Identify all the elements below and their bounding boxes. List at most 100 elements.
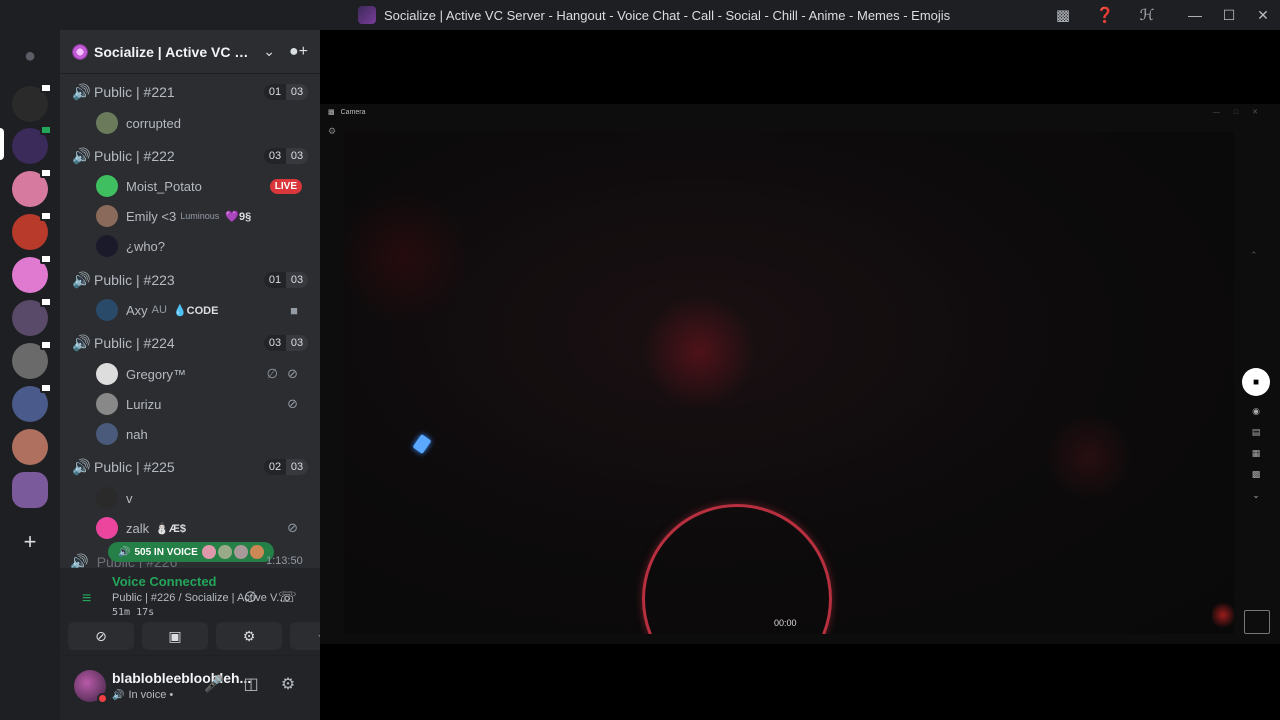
channel-name: Public | #224 [94,335,175,351]
user-count-current: 01 [264,272,286,288]
voice-channel[interactable]: 🔊 Public | #225 02 03 [68,453,312,481]
chevron-down-icon[interactable]: ⌄ [1242,490,1270,501]
gallery-thumbnail[interactable] [1244,610,1270,634]
settings-gear-icon[interactable]: ⚙ [276,674,300,694]
voice-member[interactable]: Emily <3 Luminous 💜9§ [96,202,312,230]
deafened-icon: ⊘ [287,366,298,381]
signal-icon[interactable]: ≡ [82,590,91,608]
invite-people-icon[interactable]: ●+ [289,43,308,61]
barcode-icon[interactable]: ▦ [1242,448,1270,459]
user-count-limit: 03 [286,84,308,100]
user-count: 02 03 [264,459,308,475]
feed-highlight [1044,412,1134,502]
microphone-icon[interactable]: 🎤 [202,674,226,694]
noise-suppression-icon[interactable]: ∅ [244,588,257,606]
add-server-icon[interactable]: + [18,529,42,554]
voice-channel[interactable]: 🔊 Public | #223 01 03 [68,266,312,294]
user-count-current: 01 [264,84,286,100]
chevron-down-icon[interactable]: ⌄ [263,43,275,60]
voice-member[interactable]: zalk ⛄Æ$ ⊘ [96,514,312,542]
document-icon[interactable]: ▤ [1242,427,1270,438]
server-icon[interactable] [12,168,52,207]
voice-indicator-icon: 🔊 [112,689,125,701]
disconnect-icon[interactable]: ☏ [278,588,297,606]
avatar [96,235,118,257]
voice-member[interactable]: nah [96,420,312,448]
server-icon[interactable] [12,254,52,293]
photo-icon[interactable]: ◉ [1242,406,1270,417]
server-icon-socialize[interactable] [12,125,52,164]
voice-channel[interactable]: 🔊 Public | #222 03 03 [68,142,312,170]
voice-channel-link[interactable]: Public | #226 / Socialize | Active V... [112,592,290,604]
camera-window-controls[interactable]: —□✕ [1213,108,1272,116]
inbox-icon[interactable]: ▩ [1052,4,1074,26]
title-bar: Socialize | Active VC Server - Hangout -… [0,0,1280,30]
server-folder-icon[interactable] [12,472,48,508]
guild-icon [72,43,88,60]
member-name: Axy [126,302,148,318]
help-icon[interactable]: ❓ [1094,4,1116,26]
scan-icon[interactable]: ▩ [1242,469,1270,480]
voice-member[interactable]: Moist_Potato LIVE [96,172,312,200]
member-name: v [126,490,133,506]
maximize-button[interactable]: ☐ [1212,0,1246,30]
member-name: Gregory™ [126,366,186,382]
feed-highlight [644,292,754,412]
voice-member[interactable]: v [96,484,312,512]
avatar [96,205,118,227]
mic-muted-icon: ∅ [266,366,278,381]
server-icon[interactable] [12,211,52,250]
home-button[interactable]: ● [12,38,48,74]
server-rail: ● + [0,30,60,720]
video-camera-icon: ■ [290,302,298,318]
member-name: ¿who? [126,238,166,254]
sleep-icon[interactable]: ℋ [1136,4,1158,26]
notification-badge [40,340,52,350]
server-icon[interactable] [12,340,52,379]
voice-channel[interactable]: 🔊 Public | #221 01 03 [68,78,312,106]
in-voice-pill[interactable]: 🔊 505 IN VOICE [108,542,274,562]
speaker-icon: 🔊 [72,148,91,165]
activities-button[interactable]: ⚙ [216,622,282,650]
server-icon[interactable] [12,83,52,122]
server-icon[interactable] [12,429,48,465]
notification-badge [40,297,52,307]
user-count-limit: 03 [286,148,308,164]
voice-member[interactable]: Axy AU 💧CODE ■ [96,296,312,324]
user-count: 01 03 [264,272,308,288]
headphones-icon[interactable]: ◫ [239,674,263,694]
server-icon[interactable] [12,383,52,422]
camera-app-icon: ▩ [328,109,335,116]
guild-header[interactable]: Socialize | Active VC S... ⌄ ●+ [60,30,320,74]
voice-member[interactable]: corrupted [96,109,312,137]
voice-member[interactable]: Lurizu ⊘ [96,390,312,418]
chevron-up-icon[interactable]: ⌃ [1250,250,1258,261]
user-avatar[interactable] [74,670,108,704]
feed-blue-light [412,434,432,454]
titlebar-actions: ▩ ❓ ℋ — ☐ ✕ [1052,0,1280,30]
record-video-icon[interactable]: ■ [1242,368,1270,396]
username[interactable]: blablobleebloobleh... [112,670,252,686]
avatar [96,363,118,385]
voice-member[interactable]: ¿who? [96,232,312,260]
voice-channel[interactable]: 🔊 Public | #224 03 03 [68,329,312,357]
speaker-icon: 🔊 [72,272,91,289]
camera-settings-icon[interactable]: ⚙ [328,126,336,137]
active-server-pill [0,128,4,160]
minimize-button[interactable]: — [1178,0,1212,30]
member-name: Emily <3 [126,208,177,224]
close-button[interactable]: ✕ [1246,0,1280,30]
in-voice-label: 505 IN VOICE [134,546,198,558]
avatar [96,393,118,415]
speaker-icon: 🔊 [72,459,91,476]
voice-member[interactable]: Gregory™ ∅ ⊘ [96,360,312,388]
user-count: 03 03 [264,148,308,164]
voice-status[interactable]: Voice Connected [112,574,217,589]
server-icon[interactable] [12,297,52,336]
user-panel: blablobleebloobleh... 🔊 In voice • 🎤 ◫ ⚙ [60,656,320,720]
screen-share-button[interactable]: ▣ [142,622,208,650]
channel-name: Public | #223 [94,272,175,288]
camera-titlebar: ▩ Camera —□✕ [320,104,1280,120]
camera-button[interactable]: ⊘ [68,622,134,650]
user-status-text: In voice • [128,689,174,701]
